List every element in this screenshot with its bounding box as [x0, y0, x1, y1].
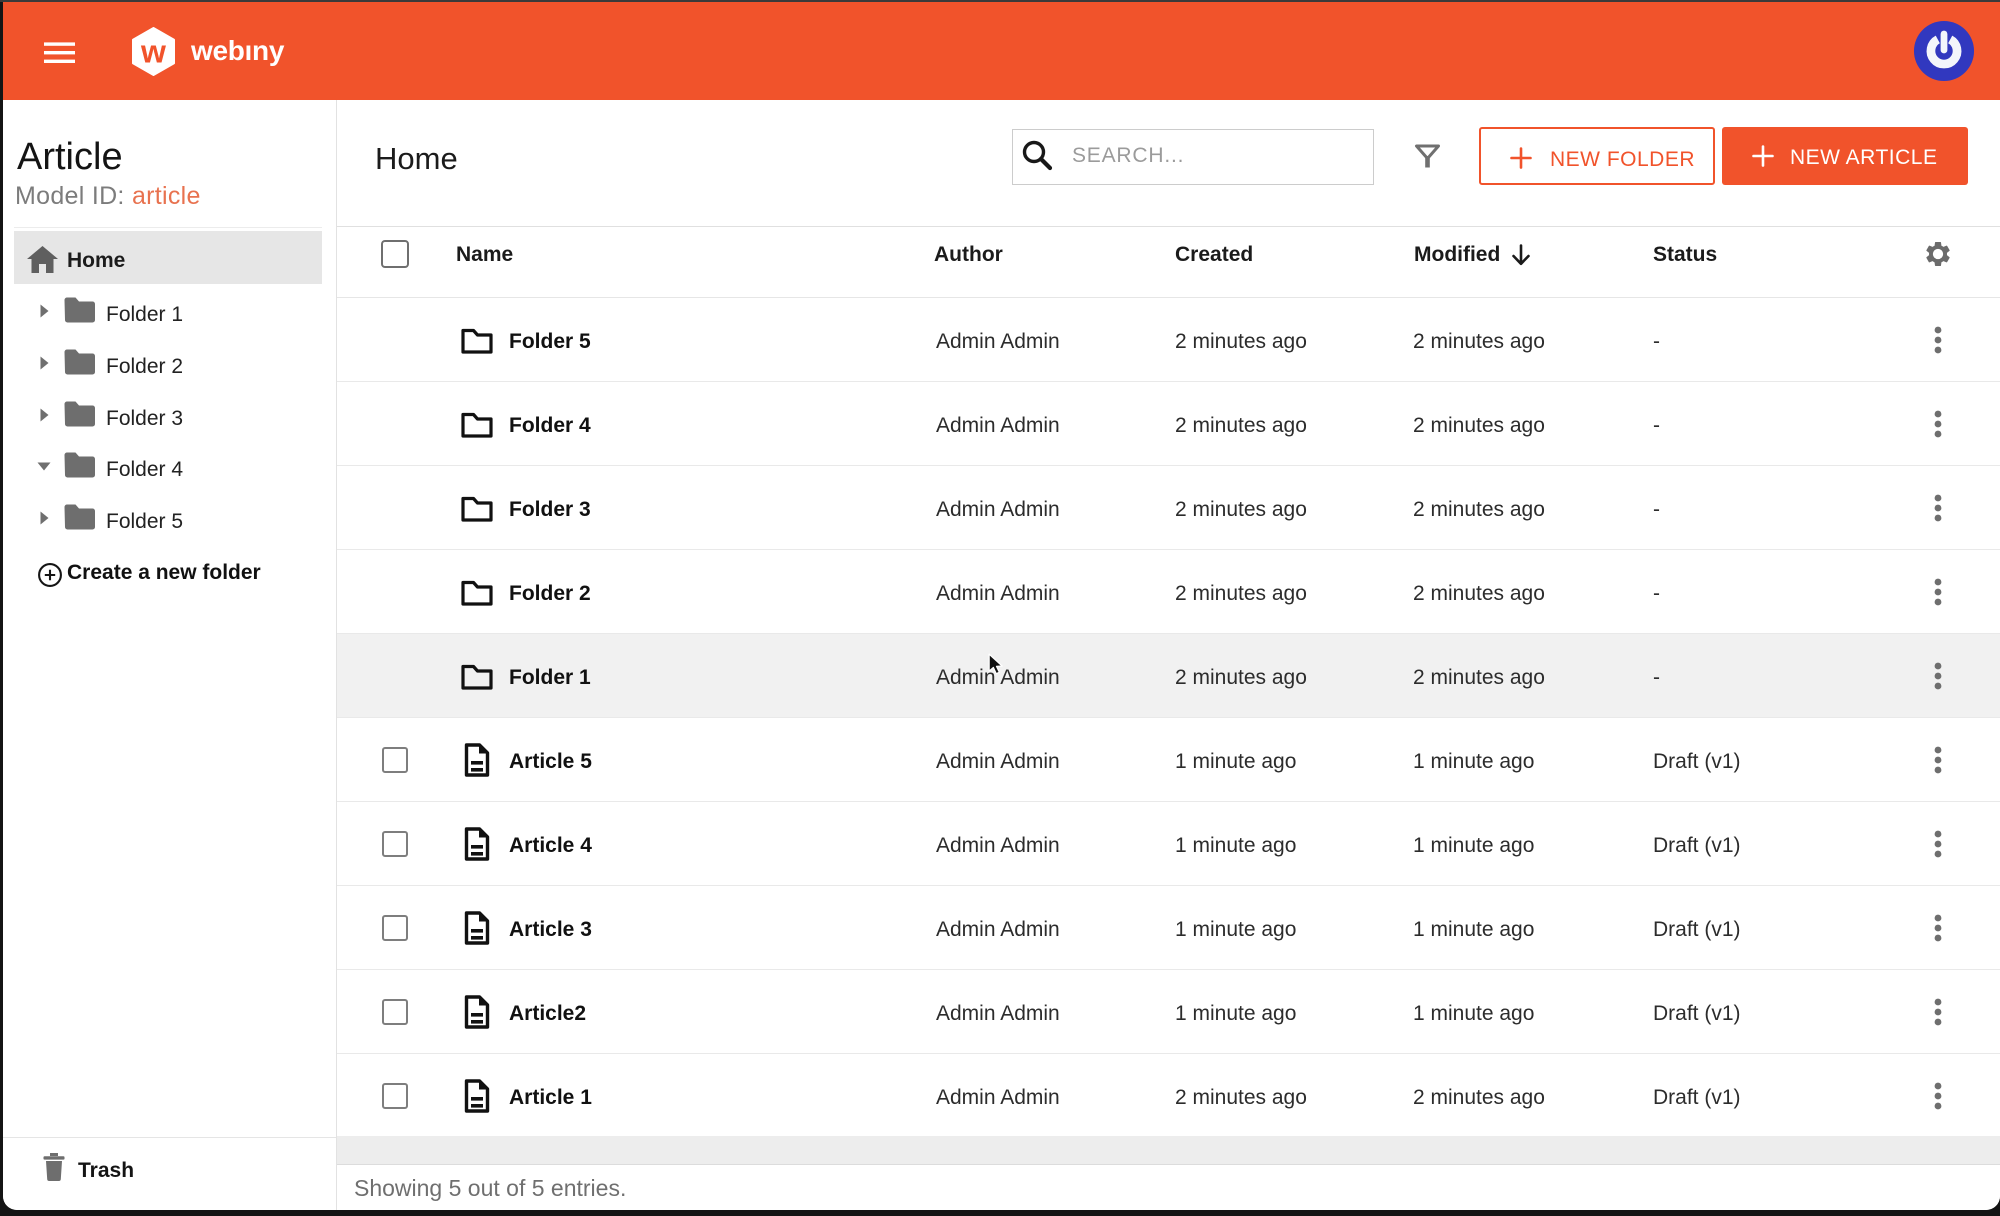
- svg-text:w: w: [140, 34, 166, 70]
